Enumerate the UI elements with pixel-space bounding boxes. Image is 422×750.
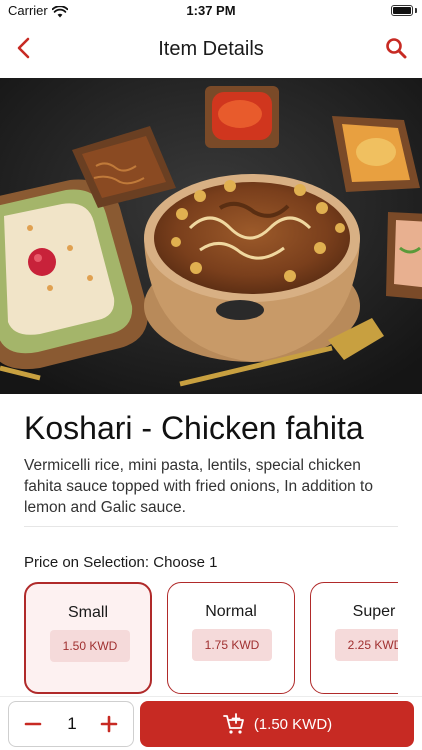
bottom-bar: 1 (1.50 KWD) xyxy=(0,696,422,750)
item-photo xyxy=(0,78,422,394)
add-to-cart-button[interactable]: (1.50 KWD) xyxy=(140,701,414,747)
option-price: 1.75 KWD xyxy=(192,629,272,661)
size-option-small[interactable]: Small 1.50 KWD xyxy=(24,582,152,694)
navigation-bar: Item Details xyxy=(0,22,422,78)
plus-icon xyxy=(97,715,121,740)
option-name: Super xyxy=(352,603,396,620)
status-bar: Carrier 1:37 PM xyxy=(0,0,422,22)
minus-icon xyxy=(21,722,45,740)
food-illustration xyxy=(0,78,422,394)
chevron-left-icon xyxy=(16,37,32,64)
search-button[interactable] xyxy=(382,36,410,64)
add-to-cart-icon xyxy=(222,712,246,736)
selection-label: Price on Selection: Choose 1 xyxy=(24,554,218,571)
back-button[interactable] xyxy=(10,36,38,64)
size-options: Small 1.50 KWD Normal 1.75 KWD Super 2.2… xyxy=(0,580,398,696)
option-price: 2.25 KWD xyxy=(335,629,398,661)
quantity-stepper: 1 xyxy=(8,701,134,747)
option-price: 1.50 KWD xyxy=(50,630,130,662)
quantity-value: 1 xyxy=(67,714,77,733)
increase-quantity-button[interactable] xyxy=(97,712,121,736)
item-description: Vermicelli rice, mini pasta, lentils, sp… xyxy=(24,457,373,516)
section-divider xyxy=(24,526,398,527)
page-title: Item Details xyxy=(158,38,264,60)
battery-cap xyxy=(415,8,417,13)
option-name: Normal xyxy=(205,603,257,620)
search-icon xyxy=(385,37,407,64)
size-option-normal[interactable]: Normal 1.75 KWD xyxy=(167,582,295,694)
battery-icon xyxy=(391,5,413,16)
option-name: Small xyxy=(67,604,108,621)
clock: 1:37 PM xyxy=(186,3,236,18)
add-to-cart-label: (1.50 KWD) xyxy=(253,715,333,733)
size-option-super[interactable]: Super 2.25 KWD xyxy=(310,582,398,694)
decrease-quantity-button[interactable] xyxy=(21,712,45,736)
item-title: Koshari - Chicken fahita xyxy=(24,410,364,446)
